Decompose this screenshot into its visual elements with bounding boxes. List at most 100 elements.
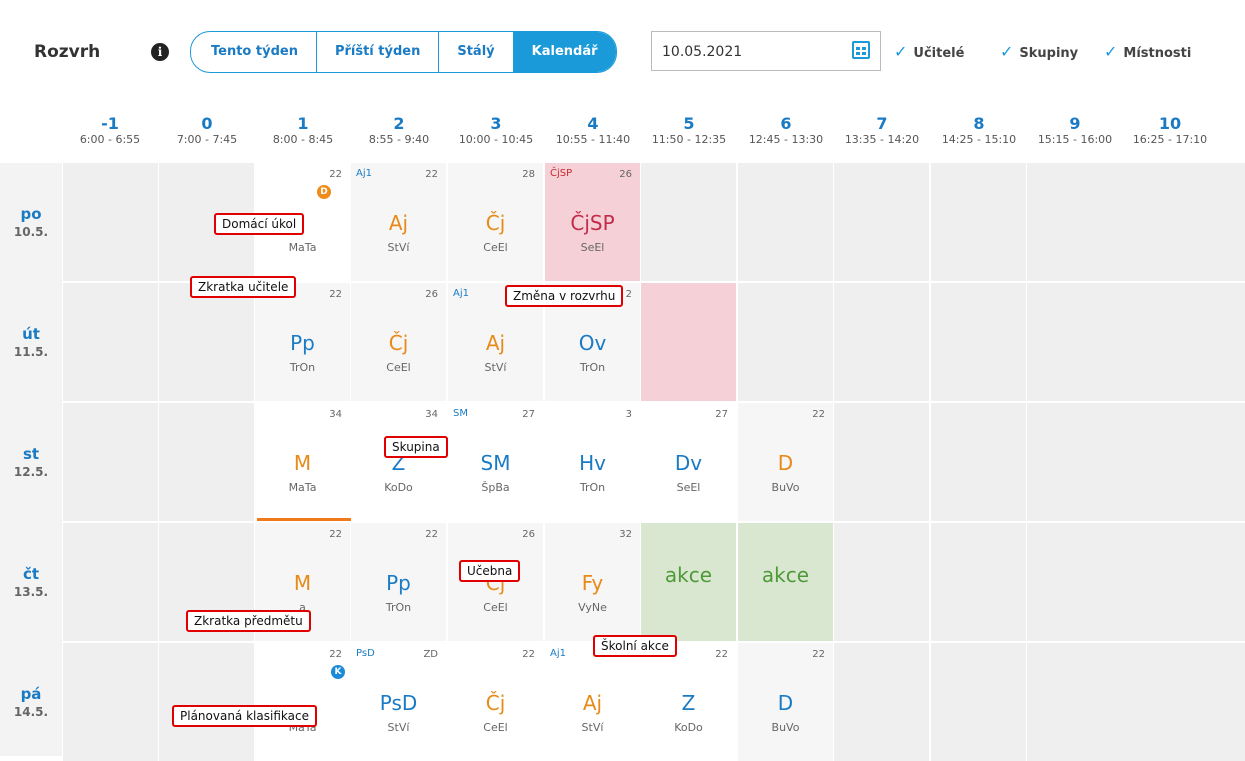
teacher-abbr: MaTa	[288, 241, 317, 254]
subject-abbr: SM	[480, 451, 511, 475]
lesson-cell[interactable]: 28 Čj CeEl	[448, 163, 543, 281]
empty-cell	[1027, 523, 1122, 641]
room-number: 26	[619, 169, 632, 180]
period-header: 2 8:55 - 9:40	[351, 114, 447, 147]
toggle-rooms[interactable]: ✓ Místnosti	[1104, 42, 1191, 61]
subject-abbr: Čj	[388, 331, 409, 355]
period-time: 15:15 - 16:00	[1037, 133, 1113, 146]
lesson-cell[interactable]: 22 Pp TrOn	[255, 283, 350, 401]
teacher-abbr: CeEl	[483, 601, 508, 614]
calendar-icon[interactable]	[852, 41, 870, 59]
group-label: Aj1	[550, 648, 566, 659]
group-label: SM	[453, 408, 468, 419]
room-number: 22	[329, 529, 342, 540]
event-label: akce	[761, 563, 810, 587]
empty-cell	[159, 403, 254, 521]
tab-calendar[interactable]: Kalendář	[512, 32, 616, 72]
teacher-abbr: CeEl	[483, 241, 508, 254]
period-number: 5	[683, 114, 695, 133]
toggle-rooms-label: Místnosti	[1123, 46, 1192, 61]
room-number: 22	[425, 529, 438, 540]
lesson-cell[interactable]: 3 Hv TrOn	[545, 403, 640, 521]
room-number: 22	[715, 649, 728, 660]
lesson-cell[interactable]: 26 Čj CeEl	[448, 523, 543, 641]
teacher-abbr: KoDo	[674, 721, 703, 734]
room-number: 22	[812, 409, 825, 420]
empty-cell	[834, 403, 929, 521]
toggle-teachers-label: Učitelé	[913, 46, 965, 61]
lesson-cell[interactable]: 22 Čj CeEl	[448, 643, 543, 761]
subject-abbr: Aj	[582, 691, 603, 715]
day-label-fri: pá 14.5.	[0, 685, 62, 719]
lesson-cell[interactable]: 27 Dv SeEl	[641, 403, 736, 521]
lesson-cell[interactable]: Aj1 16 Aj StVí	[545, 643, 640, 761]
period-time: 12:45 - 13:30	[748, 133, 824, 146]
check-icon: ✓	[1000, 42, 1014, 61]
teacher-abbr: BuVo	[771, 481, 800, 494]
lesson-cell[interactable]: 22 D BuVo	[738, 643, 833, 761]
school-event-cell[interactable]: akce	[641, 523, 736, 641]
teacher-abbr: ŠpBa	[481, 481, 510, 494]
lesson-cell[interactable]: Aj1 22 Aj StVí	[351, 163, 446, 281]
period-time: 10:55 - 11:40	[555, 133, 631, 146]
period-number: 6	[780, 114, 792, 133]
toggle-teachers[interactable]: ✓ Učitelé	[894, 42, 964, 61]
changed-cell	[641, 283, 736, 401]
teacher-abbr: TrOn	[579, 361, 606, 374]
day-name: st	[22, 445, 40, 463]
lesson-cell[interactable]: 22 D BuVo	[738, 403, 833, 521]
callout-subject-abbr: Zkratka předmětu	[186, 610, 311, 632]
teacher-abbr: BuVo	[771, 721, 800, 734]
teacher-abbr: StVí	[387, 721, 410, 734]
callout-planned-grading: Plánovaná klasifikace	[172, 705, 317, 727]
event-label: akce	[664, 563, 713, 587]
check-icon: ✓	[894, 42, 908, 61]
callout-schedule-change: Změna v rozvrhu	[505, 285, 624, 307]
period-header: 5 11:50 - 12:35	[641, 114, 737, 147]
lesson-cell[interactable]: 34 M MaTa	[255, 403, 350, 521]
room-number: 26	[425, 289, 438, 300]
period-time: 7:00 - 7:45	[176, 133, 238, 146]
lesson-cell[interactable]: SM 27 SM ŠpBa	[448, 403, 543, 521]
tab-next-week[interactable]: Příští týden	[315, 32, 438, 72]
period-number: 10	[1158, 114, 1182, 133]
empty-cell	[1122, 523, 1245, 641]
room-number: 27	[715, 409, 728, 420]
lesson-cell[interactable]: 22 K MaTa	[255, 643, 350, 761]
lesson-cell[interactable]: 34 Z KoDo	[351, 403, 446, 521]
day-date: 13.5.	[13, 585, 49, 599]
room-number: 26	[522, 529, 535, 540]
lesson-cell-changed[interactable]: ČjSP 26 ČjSP SeEl	[545, 163, 640, 281]
teacher-abbr: KoDo	[384, 481, 413, 494]
empty-cell	[931, 643, 1026, 761]
grading-badge-icon[interactable]: K	[331, 665, 345, 679]
date-input[interactable]: 10.05.2021	[651, 31, 881, 71]
lesson-cell[interactable]: 22 Z KoDo	[641, 643, 736, 761]
lesson-cell[interactable]: PsD ZD PsD StVí	[351, 643, 446, 761]
callout-school-event: Školní akce	[593, 635, 677, 657]
tab-permanent[interactable]: Stálý	[438, 32, 512, 72]
period-number: 8	[973, 114, 985, 133]
lesson-cell[interactable]: 22 Pp TrOn	[351, 523, 446, 641]
period-number: 2	[393, 114, 405, 133]
room-number: 28	[522, 169, 535, 180]
period-time: 14:25 - 15:10	[941, 133, 1017, 146]
lesson-cell[interactable]: 26 Čj CeEl	[351, 283, 446, 401]
empty-cell	[159, 283, 254, 401]
period-header: 9 15:15 - 16:00	[1027, 116, 1123, 147]
subject-abbr: Aj	[388, 211, 409, 235]
lesson-cell[interactable]: 32 Fy VyNe	[545, 523, 640, 641]
teacher-abbr: CeEl	[483, 721, 508, 734]
group-label: Aj1	[453, 288, 469, 299]
homework-badge-icon[interactable]: D	[317, 185, 331, 199]
callout-homework: Domácí úkol	[214, 213, 305, 235]
teacher-abbr: TrOn	[385, 601, 412, 614]
tab-this-week[interactable]: Tento týden	[191, 32, 316, 72]
toggle-groups[interactable]: ✓ Skupiny	[1000, 42, 1078, 61]
period-header: 4 10:55 - 11:40	[545, 116, 641, 147]
view-tabs: Tento týden Příští týden Stálý Kalendář	[190, 31, 617, 73]
school-event-cell[interactable]: akce	[738, 523, 833, 641]
info-icon[interactable]: i	[151, 43, 169, 61]
day-name: čt	[22, 565, 40, 583]
callout-teacher-abbr: Zkratka učitele	[190, 276, 297, 298]
